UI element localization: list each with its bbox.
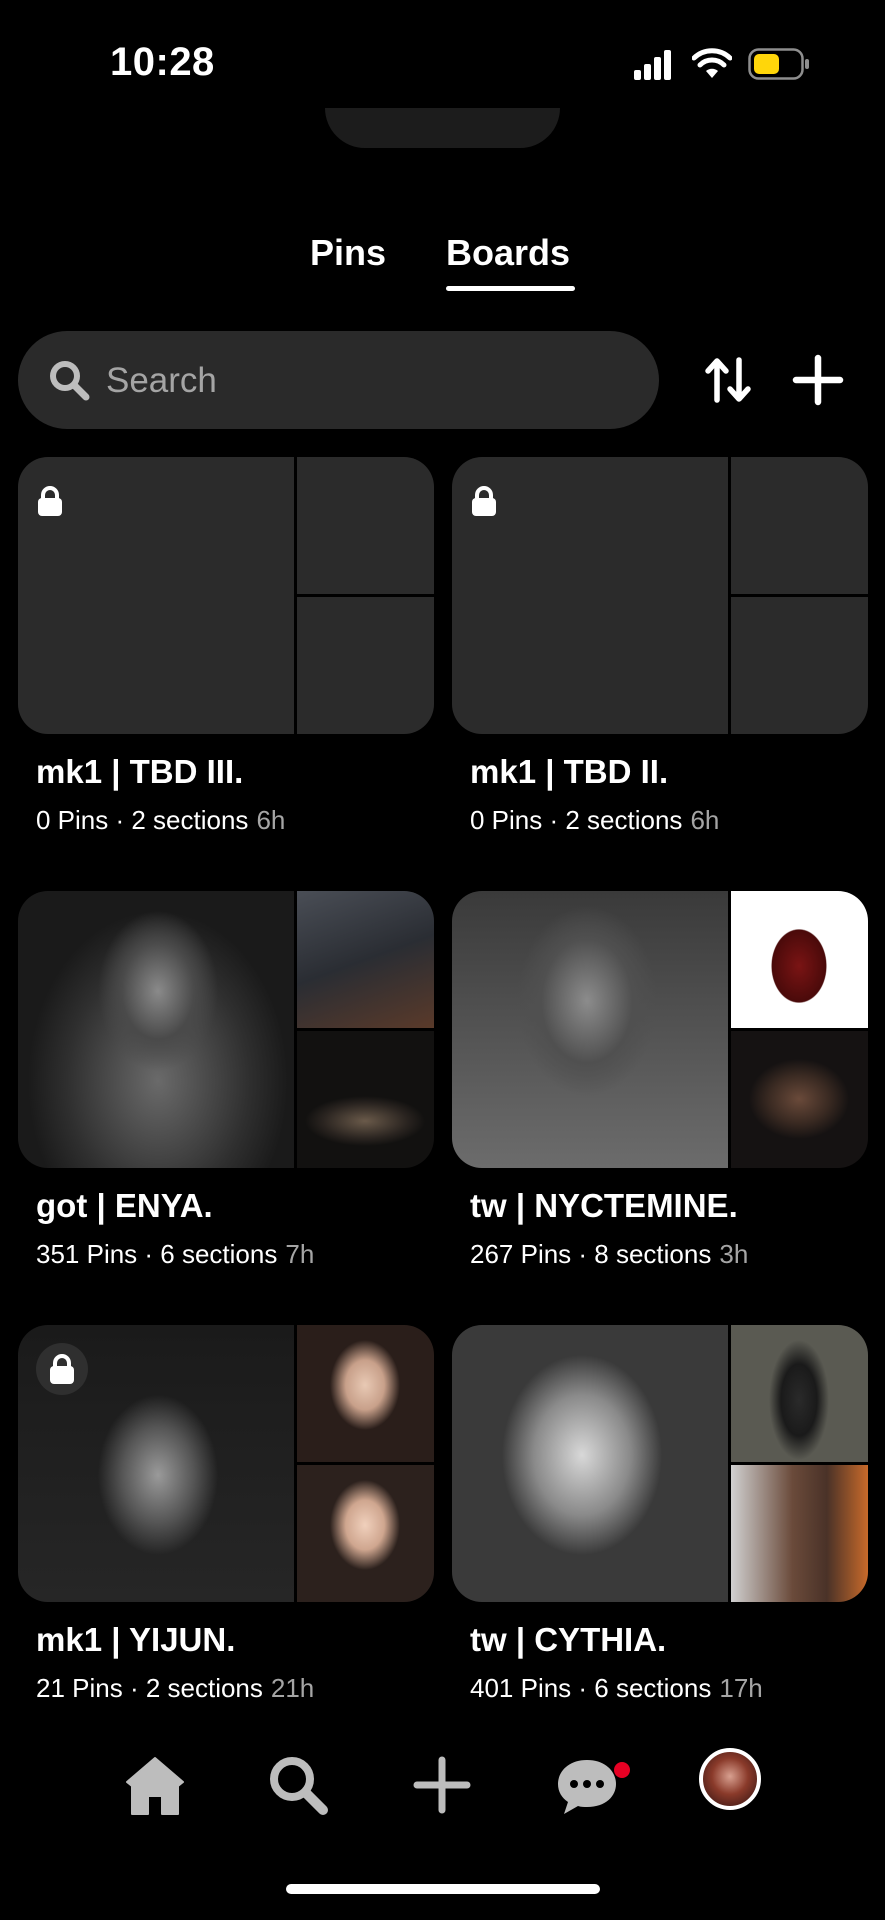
board-card[interactable]: mk1 | TBD II. 0 Pins · 2 sections 6h	[452, 457, 868, 835]
board-collage	[18, 891, 434, 1168]
board-meta: 351 Pins · 6 sections 7h	[36, 1239, 314, 1270]
board-collage	[18, 457, 434, 734]
profile-avatar[interactable]	[699, 1748, 761, 1810]
chat-icon[interactable]	[552, 1750, 622, 1820]
board-age: 3h	[719, 1239, 749, 1269]
board-age: 6h	[256, 805, 286, 835]
cover-empty	[731, 457, 868, 594]
board-card[interactable]: mk1 | TBD III. 0 Pins · 2 sections 6h	[18, 457, 434, 835]
home-indicator	[286, 1884, 600, 1894]
board-meta: 21 Pins · 2 sections 21h	[36, 1673, 314, 1704]
cover-image-portrait	[18, 891, 294, 1168]
home-icon[interactable]	[120, 1750, 190, 1820]
signal-icon	[634, 50, 671, 80]
tab-pins[interactable]: Pins	[310, 232, 386, 274]
cover-image-portrait-small	[297, 1325, 434, 1462]
board-counts: 0 Pins · 2 sections	[470, 805, 683, 835]
board-card[interactable]: tw | NYCTEMINE. 267 Pins · 8 sections 3h	[452, 891, 868, 1269]
lock-icon	[50, 1354, 74, 1384]
cover-image-hairpin	[731, 1465, 868, 1602]
board-title: mk1 | YIJUN.	[36, 1621, 236, 1658]
header-remnant	[325, 108, 560, 148]
board-meta: 0 Pins · 2 sections 6h	[36, 805, 285, 836]
board-counts: 401 Pins · 6 sections	[470, 1673, 712, 1703]
cover-image-hall	[297, 1031, 434, 1168]
board-card[interactable]: mk1 | YIJUN. 21 Pins · 2 sections 21h	[18, 1325, 434, 1703]
board-meta: 0 Pins · 2 sections 6h	[470, 805, 719, 836]
profile-tabs: Pins Boards	[0, 232, 885, 292]
board-collage	[452, 1325, 868, 1602]
board-counts: 351 Pins · 6 sections	[36, 1239, 278, 1269]
cover-empty	[297, 457, 434, 594]
tab-boards[interactable]: Boards	[446, 232, 570, 274]
board-age: 21h	[270, 1673, 315, 1703]
board-collage	[452, 891, 868, 1168]
board-age: 17h	[719, 1673, 763, 1703]
lock-icon	[38, 486, 62, 516]
board-age: 7h	[285, 1239, 315, 1269]
cover-empty	[297, 597, 434, 734]
board-title: got | ENYA.	[36, 1187, 213, 1224]
lock-icon	[472, 486, 496, 516]
battery-icon	[748, 48, 809, 80]
board-counts: 267 Pins · 8 sections	[470, 1239, 712, 1269]
board-meta: 401 Pins · 6 sections 17h	[470, 1673, 763, 1704]
cover-image-portrait	[452, 1325, 728, 1602]
sort-icon[interactable]	[700, 352, 756, 408]
board-title: mk1 | TBD II.	[470, 753, 669, 790]
add-board-button[interactable]	[790, 352, 846, 408]
notification-dot	[614, 1762, 630, 1778]
board-card[interactable]: got | ENYA. 351 Pins · 6 sections 7h	[18, 891, 434, 1269]
plus-icon[interactable]	[407, 1750, 477, 1820]
bottom-nav	[0, 1748, 885, 1840]
board-collage	[18, 1325, 434, 1602]
cover-empty	[731, 597, 868, 734]
board-counts: 21 Pins · 2 sections	[36, 1673, 263, 1703]
cover-image-figure	[731, 1325, 868, 1462]
cover-image-dragon	[297, 891, 434, 1028]
search-input[interactable]	[104, 355, 628, 407]
board-title: tw | CYTHIA.	[470, 1621, 667, 1658]
board-title: tw | NYCTEMINE.	[470, 1187, 738, 1224]
search-icon[interactable]	[263, 1750, 333, 1820]
cover-image-red-dress	[731, 891, 868, 1028]
cover-image-painting	[731, 1031, 868, 1168]
wifi-icon	[692, 48, 732, 78]
board-meta: 267 Pins · 8 sections 3h	[470, 1239, 748, 1270]
search-icon	[50, 361, 90, 401]
lock-badge	[36, 1343, 88, 1395]
board-card[interactable]: tw | CYTHIA. 401 Pins · 6 sections 17h	[452, 1325, 868, 1703]
board-title: mk1 | TBD III.	[36, 753, 244, 790]
cover-image-portrait	[452, 891, 728, 1168]
active-tab-indicator	[446, 286, 575, 291]
board-collage	[452, 457, 868, 734]
cover-image-portrait-small	[297, 1465, 434, 1602]
search-bar[interactable]	[18, 331, 659, 429]
board-counts: 0 Pins · 2 sections	[36, 805, 249, 835]
board-age: 6h	[690, 805, 720, 835]
status-time: 10:28	[110, 40, 215, 84]
